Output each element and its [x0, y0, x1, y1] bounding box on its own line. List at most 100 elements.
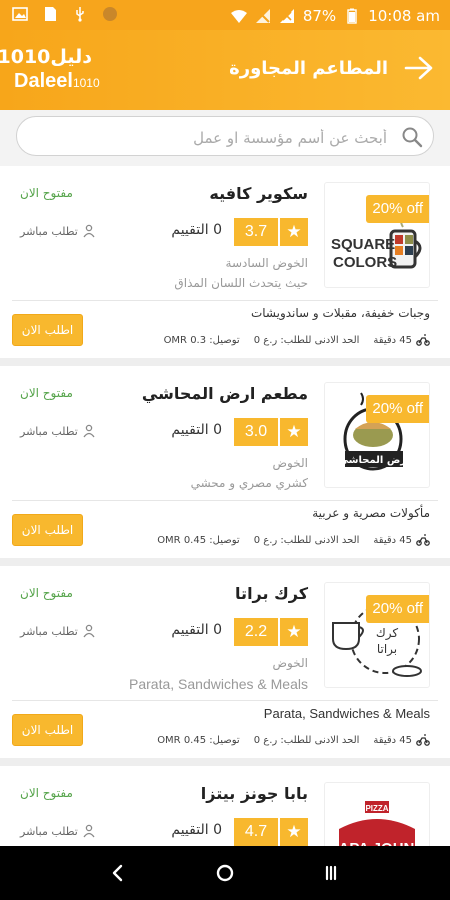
restaurant-logo: SQUARE COLORS 20% off [324, 182, 430, 288]
app-bar: دليل1010 Daleel1010 المطاعم المجاورة [0, 30, 450, 110]
signal-icon [279, 9, 294, 23]
star-icon: ★ [280, 818, 308, 846]
divider [12, 300, 438, 301]
delivery-info: 45 دقيقة الحد الادنى للطلب: ر.ع 0 توصيل:… [157, 734, 430, 746]
direct-order-label: تطلب مباشر [20, 624, 96, 638]
logo-arabic: دليل1010 [0, 46, 92, 68]
search-input[interactable] [37, 125, 389, 151]
min-order: الحد الادنى للطلب: ر.ع 0 [253, 334, 360, 346]
rating-value: 2.2 [234, 618, 278, 646]
star-icon: ★ [280, 418, 308, 446]
status-bar: 87% 10:08 am [0, 0, 450, 30]
star-icon: ★ [280, 618, 308, 646]
ratings-count: 0 التقييم [171, 422, 222, 438]
sd-card-icon [45, 7, 56, 21]
restaurant-name[interactable]: كرك براتا [235, 584, 308, 603]
delivery-fee: توصيل: OMR 0.45 [157, 734, 240, 746]
rating-badge: 3.0 ★ [234, 418, 308, 446]
direct-order-label: تطلب مباشر [20, 424, 96, 438]
min-order: الحد الادنى للطلب: ر.ع 0 [253, 734, 360, 746]
svg-text:SQUARE: SQUARE [331, 236, 395, 253]
restaurant-tagline: حيث يتحدث اللسان المذاق [174, 276, 308, 290]
restaurant-name[interactable]: مطعم ارض المحاشي [142, 384, 308, 403]
restaurant-card[interactable]: كرك براتا 20% off كرك براتا مفتوح الان 2… [0, 566, 450, 758]
open-status: مفتوح الان [20, 386, 73, 400]
page-title: المطاعم المجاورة [229, 58, 388, 79]
rating-value: 3.7 [234, 218, 278, 246]
rating-value: 3.0 [234, 418, 278, 446]
svg-text:COLORS: COLORS [333, 254, 397, 271]
person-icon [83, 624, 95, 638]
nav-back-icon[interactable] [105, 860, 131, 886]
signal-off-icon [255, 9, 270, 23]
search-area [0, 110, 450, 166]
delivery-info: 45 دقيقة الحد الادنى للطلب: ر.ع 0 توصيل:… [164, 334, 430, 346]
nav-recents-icon[interactable] [318, 860, 344, 886]
rating-badge: 4.7 ★ [234, 818, 308, 846]
restaurant-card[interactable]: SQUARE COLORS 20% off سكوير كافيه مفتوح … [0, 166, 450, 358]
person-icon [83, 224, 95, 238]
delivery-bike-icon [416, 734, 430, 746]
cuisine-text: Parata, Sandwiches & Meals [263, 706, 430, 721]
rating-badge: 3.7 ★ [234, 218, 308, 246]
svg-text:كرك: كرك [376, 626, 399, 641]
person-icon [83, 424, 95, 438]
restaurant-tagline: كشري مصري و محشي [190, 476, 308, 490]
restaurant-name[interactable]: بابا جونز بيتزا [201, 784, 308, 803]
restaurant-location: الخوض [272, 456, 308, 470]
svg-text:براتا: براتا [377, 642, 397, 657]
image-icon [12, 7, 28, 21]
rating-badge: 2.2 ★ [234, 618, 308, 646]
svg-text:أرض المحاشي: أرض المحاشي [339, 453, 410, 466]
restaurant-card[interactable]: أرض المحاشي 20% off مطعم ارض المحاشي مفت… [0, 366, 450, 558]
restaurant-logo: كرك براتا 20% off [324, 582, 430, 688]
rating-value: 4.7 [234, 818, 278, 846]
open-status: مفتوح الان [20, 186, 73, 200]
restaurant-name[interactable]: سكوير كافيه [209, 184, 308, 203]
system-nav-bar [0, 846, 450, 900]
direct-order-label: تطلب مباشر [20, 824, 96, 838]
restaurant-location: الخوض السادسة [225, 256, 308, 270]
search-icon[interactable] [401, 126, 423, 148]
daleel-logo: دليل1010 Daleel1010 [0, 46, 104, 96]
restaurant-tagline: Parata, Sandwiches & Meals [129, 676, 308, 692]
delivery-fee: توصيل: OMR 0.45 [157, 534, 240, 546]
usb-icon [76, 7, 84, 22]
delivery-info: 45 دقيقة الحد الادنى للطلب: ر.ع 0 توصيل:… [157, 534, 430, 546]
cuisine-text: مأكولات مصرية و عربية [312, 506, 430, 520]
open-status: مفتوح الان [20, 586, 73, 600]
battery-icon [347, 8, 357, 24]
nav-home-icon[interactable] [212, 860, 238, 886]
cuisine-text: وجبات خفيفة، مقبلات و ساندويشات [250, 306, 430, 320]
ratings-count: 0 التقييم [171, 622, 222, 638]
clock: 10:08 am [368, 7, 440, 25]
circle-icon [103, 7, 117, 21]
wifi-icon [230, 10, 247, 23]
discount-badge: 20% off [366, 595, 429, 623]
min-order: الحد الادنى للطلب: ر.ع 0 [253, 534, 360, 546]
delivery-fee: توصيل: OMR 0.3 [163, 334, 240, 346]
star-icon: ★ [280, 218, 308, 246]
logo-english: Daleel1010 [14, 70, 100, 92]
ratings-count: 0 التقييم [171, 822, 222, 838]
order-now-button[interactable]: اطلب الان [12, 714, 83, 746]
svg-text:PIZZA: PIZZA [365, 804, 388, 813]
order-now-button[interactable]: اطلب الان [12, 314, 83, 346]
restaurant-location: الخوض [272, 656, 308, 670]
open-status: مفتوح الان [20, 786, 73, 800]
battery-percent: 87% [302, 7, 337, 25]
restaurant-card[interactable]: PIZZA PAPA JOHNS بابا جونز بيتزا مفتوح ا… [0, 766, 450, 863]
divider [12, 700, 438, 701]
restaurant-logo: أرض المحاشي 20% off [324, 382, 430, 488]
search-box[interactable] [16, 116, 434, 156]
back-arrow-icon[interactable] [404, 56, 434, 80]
discount-badge: 20% off [366, 195, 429, 223]
delivery-bike-icon [416, 334, 430, 346]
delivery-bike-icon [416, 534, 430, 546]
divider [12, 500, 438, 501]
discount-badge: 20% off [366, 395, 429, 423]
order-now-button[interactable]: اطلب الان [12, 514, 83, 546]
ratings-count: 0 التقييم [171, 222, 222, 238]
person-icon [83, 824, 95, 838]
direct-order-label: تطلب مباشر [20, 224, 96, 238]
